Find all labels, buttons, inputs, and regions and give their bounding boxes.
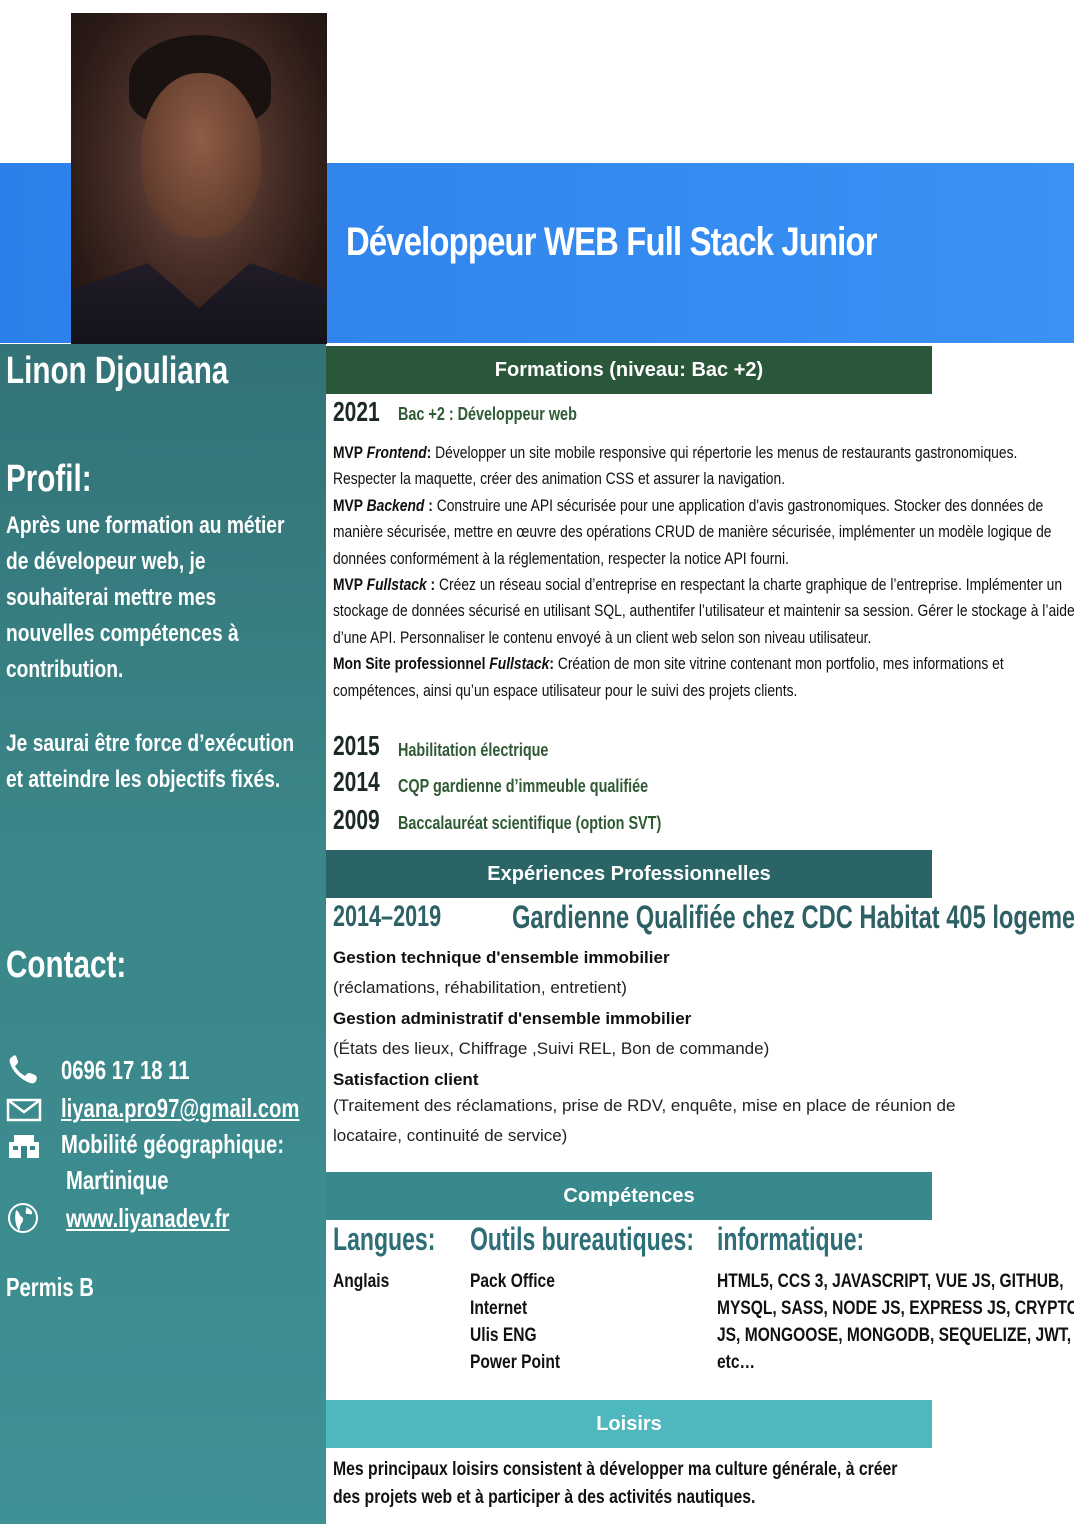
formations-title: Formations (niveau: Bac +2) (494, 358, 764, 381)
it-skill-line: etc… (717, 1352, 756, 1373)
formation-year: 2015 (333, 730, 380, 761)
it-skills-list: HTML5, CCS 3, JAVASCRIPT, VUE JS, GITHUB… (717, 1268, 1074, 1376)
languages-heading: Langues: (333, 1221, 436, 1257)
formations-bar: Formations (niveau: Bac +2) (326, 346, 932, 394)
experience-item-detail: (Traitement des réclamations, prise de R… (333, 1096, 956, 1115)
projects-list: MVP Frontend: Développer un site mobile … (333, 440, 1074, 704)
formation-degree: Bac +2 : Développeur web (398, 404, 577, 424)
mobility-value: Martinique (66, 1165, 169, 1195)
leisure-text: Mes principaux loisirs consistent à déve… (333, 1456, 931, 1512)
profile-text: Après une formation au métier de dévelop… (6, 512, 285, 683)
experience-item-heading: Satisfaction client (333, 1070, 479, 1089)
experience-job: Gardienne Qualifiée chez CDC Habitat 405… (512, 899, 1074, 935)
leisure-title: Loisirs (596, 1412, 662, 1435)
sidebar: Linon Djouliana Profil: Après une format… (0, 344, 326, 1524)
envelope-icon (6, 1098, 42, 1122)
email-address[interactable]: liyana.pro97@gmail.com (61, 1090, 299, 1126)
experience-title: Expériences Professionnelles (487, 862, 771, 885)
phone-icon (9, 1055, 37, 1084)
leisure-line: Mes principaux loisirs consistent à déve… (333, 1459, 898, 1480)
experience-years: 2014–2019 (333, 900, 442, 933)
leisure-line: des projets web et à participer à des ac… (333, 1487, 756, 1508)
office-tool-item: Internet (470, 1298, 528, 1319)
office-tools-heading: Outils bureautiques: (470, 1221, 695, 1257)
mobility-label: Mobilité géographique: (61, 1129, 285, 1159)
formation-year: 2014 (333, 766, 380, 797)
formation-degree: CQP gardienne d’immeuble qualifiée (398, 776, 649, 796)
globe-icon (8, 1203, 38, 1233)
leisure-bar: Loisirs (326, 1400, 932, 1448)
email-link[interactable]: liyana.pro97@gmail.com (61, 1093, 299, 1123)
driving-license: Permis B (6, 1272, 94, 1302)
profile-text-2: Je saurai être force d’exécution et atte… (6, 730, 295, 793)
office-tool-item: Ulis ENG (470, 1325, 537, 1346)
language-item: Anglais (333, 1271, 390, 1292)
project-item: MVP Fullstack : Créez un réseau social d… (333, 575, 1074, 647)
office-tools-list: Pack Office Internet Ulis ENG Power Poin… (470, 1268, 560, 1376)
experience-bar: Expériences Professionnelles (326, 850, 932, 898)
it-skill-line: MYSQL, SASS, NODE JS, EXPRESS JS, CRYPTO (717, 1298, 1074, 1319)
it-skill-line: JS, MONGOOSE, MONGODB, SEQUELIZE, JWT, (717, 1325, 1072, 1346)
formation-degree: Habilitation électrique (398, 740, 549, 760)
candidate-name: Linon Djouliana (6, 350, 229, 392)
project-item: MVP Frontend: Développer un site mobile … (333, 443, 1018, 489)
experience-item-detail: (réclamations, réhabilitation, entretien… (333, 978, 627, 997)
experience-item-detail: locataire, continuité de service) (333, 1126, 568, 1145)
project-item: Mon Site professionnel Fullstack: Créati… (333, 654, 1004, 700)
formation-year: 2021 (333, 396, 380, 427)
formation-year: 2009 (333, 804, 380, 835)
website[interactable]: www.liyanadev.fr (66, 1200, 229, 1236)
formation-degree: Baccalauréat scientifique (option SVT) (398, 813, 662, 833)
experience-item-detail: (États des lieux, Chiffrage ,Suivi REL, … (333, 1039, 770, 1058)
job-headline: Développeur WEB Full Stack Junior (346, 220, 877, 264)
phone-number: 0696 17 18 11 (61, 1055, 190, 1085)
profile-heading: Profil: (6, 458, 92, 500)
building-icon (9, 1135, 39, 1158)
contact-heading: Contact: (6, 944, 127, 986)
website-link[interactable]: www.liyanadev.fr (66, 1203, 229, 1233)
profile-photo (71, 13, 327, 344)
office-tool-item: Power Point (470, 1352, 561, 1373)
experience-item-heading: Gestion administratif d'ensemble immobil… (333, 1009, 692, 1028)
photo-jacket (71, 263, 327, 344)
skills-title: Compétences (563, 1184, 695, 1207)
it-skill-line: HTML5, CCS 3, JAVASCRIPT, VUE JS, GITHUB… (717, 1271, 1064, 1292)
project-item: MVP Backend : Construire une API sécuris… (333, 495, 1052, 568)
languages-list: Anglais (333, 1268, 389, 1295)
photo-face (141, 73, 261, 238)
office-tool-item: Pack Office (470, 1271, 555, 1292)
experience-item-heading: Gestion technique d'ensemble immobilier (333, 948, 670, 967)
skills-bar: Compétences (326, 1172, 932, 1220)
it-skills-heading: informatique: (717, 1221, 865, 1257)
